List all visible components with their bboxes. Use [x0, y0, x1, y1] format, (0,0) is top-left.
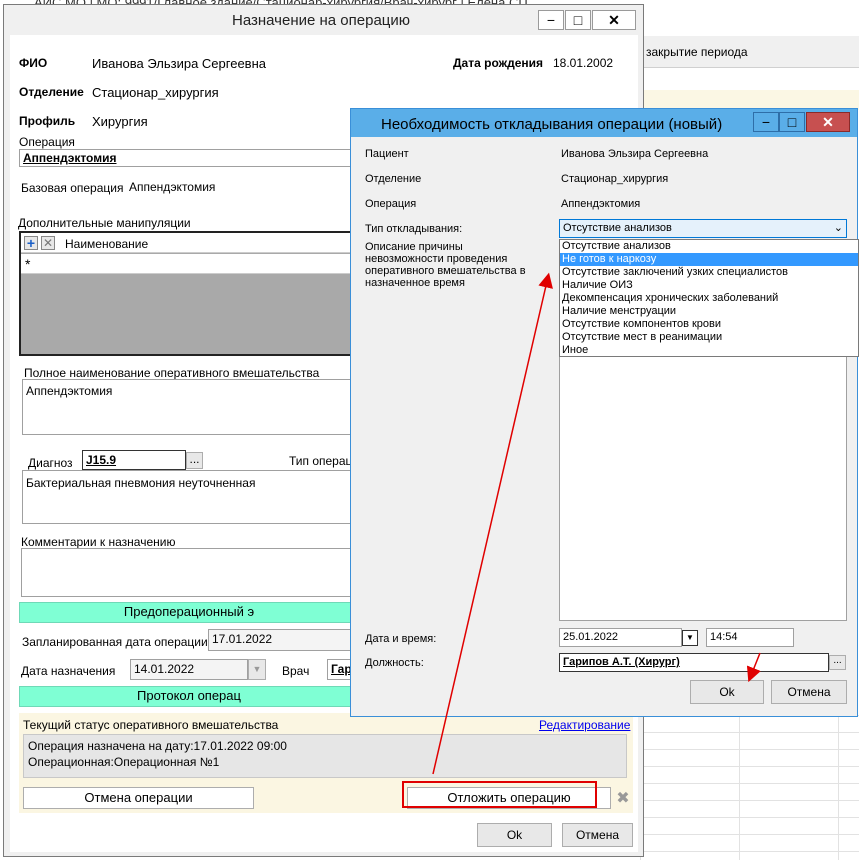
annotation-arrows: [432, 272, 761, 775]
arrow-to-ok: [746, 652, 761, 683]
arrow-to-dropdown: [432, 272, 553, 775]
